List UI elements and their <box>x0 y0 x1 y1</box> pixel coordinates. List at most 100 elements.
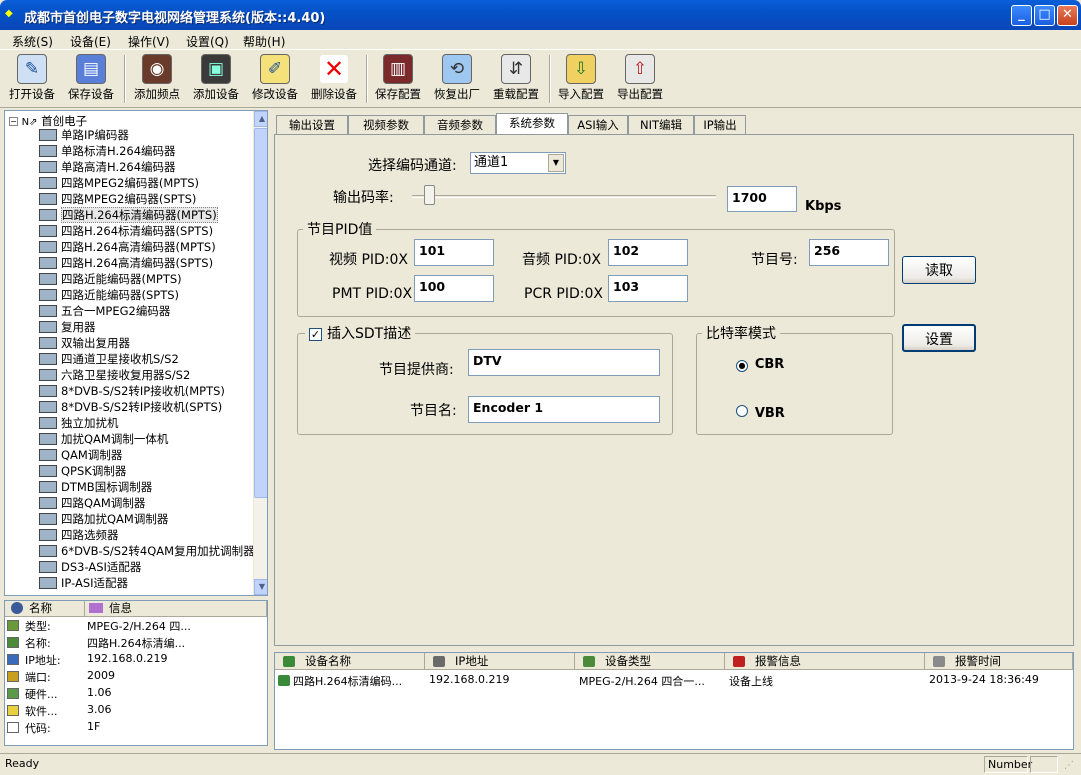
tab-0[interactable]: 输出设置 <box>276 115 348 135</box>
menu-help[interactable]: 帮助(H) <box>243 33 285 50</box>
tab-6[interactable]: IP输出 <box>694 115 746 135</box>
list-header[interactable]: IP地址 <box>425 653 575 670</box>
save-config-button[interactable]: ▥ 保存配置 <box>369 53 427 105</box>
scroll-down-icon[interactable]: ▼ <box>254 579 267 595</box>
tree-item[interactable]: 四路选频器 <box>39 527 119 543</box>
tree-item[interactable]: IP-ASI适配器 <box>39 575 128 591</box>
bitrate-input[interactable]: 1700 <box>727 186 797 212</box>
tree-item[interactable]: 四路近能编码器(SPTS) <box>39 287 179 303</box>
import-config-button[interactable]: ⇩ 导入配置 <box>552 53 610 105</box>
tab-strip: 输出设置 视频参数 音频参数 系统参数 ASI输入 NIT编辑 IP输出 <box>274 113 1074 135</box>
tree-item[interactable]: DTMB国标调制器 <box>39 479 152 495</box>
tree-item[interactable]: DS3-ASI适配器 <box>39 559 141 575</box>
tree-item[interactable]: 四路MPEG2编码器(SPTS) <box>39 191 196 207</box>
list-header[interactable]: 报警时间 <box>925 653 1073 670</box>
tab-1[interactable]: 视频参数 <box>348 115 424 135</box>
tree-item[interactable]: 四路MPEG2编码器(MPTS) <box>39 175 199 191</box>
edit-device-button[interactable]: ✐ 修改设备 <box>246 53 304 105</box>
tree-item[interactable]: 双输出复用器 <box>39 335 130 351</box>
tree-item[interactable]: 四路H.264标清编码器(MPTS) <box>39 207 218 223</box>
pcr-pid-input[interactable]: 103 <box>608 275 688 302</box>
export-config-button[interactable]: ⇧ 导出配置 <box>611 53 669 105</box>
list-header[interactable]: 设备名称 <box>275 653 425 670</box>
tree-item[interactable]: 四路H.264高清编码器(SPTS) <box>39 255 213 271</box>
device-icon <box>39 465 57 477</box>
menu-system[interactable]: 系统(S) <box>12 33 53 50</box>
device-tree[interactable]: − N⇗ 首创电子 单路IP编码器 单路标清H.264编码器 单路高清H.264编码… <box>4 110 268 596</box>
toolbar-label: 添加频点 <box>134 87 180 101</box>
tree-item[interactable]: 四路H.264高清编码器(MPTS) <box>39 239 216 255</box>
reload-config-button[interactable]: ⇵ 重载配置 <box>487 53 545 105</box>
tree-item[interactable]: QAM调制器 <box>39 447 122 463</box>
open-device-button[interactable]: ✎ 打开设备 <box>3 53 61 105</box>
tab-2[interactable]: 音频参数 <box>424 115 496 135</box>
tree-item[interactable]: 复用器 <box>39 319 96 335</box>
cbr-radio[interactable]: ● CBR <box>736 357 784 372</box>
resize-grip-icon[interactable]: ⋰ <box>1064 760 1074 771</box>
tree-item[interactable]: 四路加扰QAM调制器 <box>39 511 168 527</box>
tab-5[interactable]: NIT编辑 <box>628 115 694 135</box>
tree-item[interactable]: 六路卫星接收复用器S/S2 <box>39 367 190 383</box>
list-cell: 设备上线 <box>729 675 773 688</box>
tree-item[interactable]: QPSK调制器 <box>39 463 126 479</box>
tree-item-label: 四路H.264高清编码器(SPTS) <box>61 256 214 270</box>
tree-item[interactable]: 6*DVB-S/S2转4QAM复用加扰调制器 <box>39 543 255 559</box>
menu-settings[interactable]: 设置(Q) <box>186 33 229 50</box>
tree-item[interactable]: 四路QAM调制器 <box>39 495 145 511</box>
chevron-down-icon[interactable]: ▼ <box>548 154 564 172</box>
delete-device-button[interactable]: ✕ 删除设备 <box>305 53 363 105</box>
vbr-radio[interactable]: VBR <box>736 405 785 421</box>
tree-item[interactable]: 8*DVB-S/S2转IP接收机(MPTS) <box>39 383 225 399</box>
maximize-button[interactable]: □ <box>1034 5 1055 26</box>
tree-item-label: 四路近能编码器(MPTS) <box>61 272 182 286</box>
minimize-button[interactable]: _ <box>1011 5 1032 26</box>
scroll-thumb[interactable] <box>254 128 267 498</box>
read-button[interactable]: 读取 <box>902 256 976 284</box>
provider-input[interactable]: DTV <box>468 349 660 376</box>
audio-pid-input[interactable]: 102 <box>608 239 688 266</box>
tab-3[interactable]: 系统参数 <box>496 113 568 135</box>
tree-scrollbar[interactable]: ▲ ▼ <box>253 111 267 595</box>
tree-item[interactable]: 单路IP编码器 <box>39 127 129 143</box>
tree-item-label: 四路H.264标清编码器(SPTS) <box>61 224 214 238</box>
program-no-input[interactable]: 256 <box>809 239 889 266</box>
toolbar: ✎ 打开设备 ▤ 保存设备 ◉ 添加频点 ▣ 添加设备 ✐ 修改设备 ✕ 删除设… <box>0 51 1081 108</box>
video-pid-input[interactable]: 101 <box>414 239 494 266</box>
tree-item[interactable]: 单路高清H.264编码器 <box>39 159 176 175</box>
sdt-checkbox[interactable]: ✓ <box>309 328 322 341</box>
title-bar[interactable]: ◆ 成都市首创电子数字电视网络管理系统(版本::4.40) _ □ ✕ <box>0 0 1081 30</box>
menu-device[interactable]: 设备(E) <box>70 33 111 50</box>
save-device-button[interactable]: ▤ 保存设备 <box>62 53 120 105</box>
set-button[interactable]: 设置 <box>902 324 976 352</box>
device-icon <box>39 209 57 221</box>
factory-reset-button[interactable]: ⟲ 恢复出厂 <box>428 53 486 105</box>
add-device-button[interactable]: ▣ 添加设备 <box>187 53 245 105</box>
tree-item[interactable]: 独立加扰机 <box>39 415 119 431</box>
tree-item[interactable]: 单路标清H.264编码器 <box>39 143 176 159</box>
tab-4[interactable]: ASI输入 <box>568 115 628 135</box>
scroll-up-icon[interactable]: ▲ <box>254 111 267 127</box>
pmt-pid-input[interactable]: 100 <box>414 275 494 302</box>
add-frequency-button[interactable]: ◉ 添加频点 <box>128 53 186 105</box>
tree-item-label: 四路MPEG2编码器(MPTS) <box>61 176 200 190</box>
tree-item[interactable]: 加扰QAM调制一体机 <box>39 431 168 447</box>
tree-item[interactable]: 四路近能编码器(MPTS) <box>39 271 182 287</box>
tree-item[interactable]: 五合一MPEG2编码器 <box>39 303 170 319</box>
list-row[interactable]: 四路H.264标清编码... 192.168.0.219 MPEG-2/H.264 … <box>275 672 1073 689</box>
tree-item[interactable]: 四通道卫星接收机S/S2 <box>39 351 179 367</box>
info-header-info[interactable]: 信息 <box>85 601 267 617</box>
tree-item[interactable]: 四路H.264标清编码器(SPTS) <box>39 223 213 239</box>
bitrate-slider[interactable] <box>412 183 716 209</box>
list-header-label: 设备名称 <box>305 654 351 668</box>
collapse-icon[interactable]: − <box>9 117 18 126</box>
slider-thumb[interactable] <box>424 185 435 205</box>
info-header-name[interactable]: 名称 <box>5 601 85 617</box>
channel-select[interactable]: 通道1 ▼ <box>470 152 566 174</box>
program-name-input[interactable]: Encoder 1 <box>468 396 660 423</box>
list-header[interactable]: 报警信息 <box>725 653 925 670</box>
menu-operation[interactable]: 操作(V) <box>128 33 170 50</box>
device-alarm-list[interactable]: 设备名称 IP地址 设备类型 报警信息 报警时间 四路H.264标清编码... 192.1… <box>274 652 1074 750</box>
close-button[interactable]: ✕ <box>1057 5 1078 26</box>
tree-item[interactable]: 8*DVB-S/S2转IP接收机(SPTS) <box>39 399 222 415</box>
list-header[interactable]: 设备类型 <box>575 653 725 670</box>
